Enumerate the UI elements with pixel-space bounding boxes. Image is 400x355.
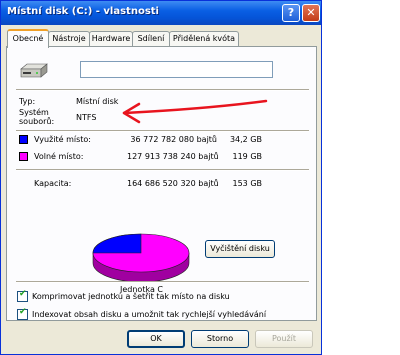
arrow-shaft <box>122 99 268 115</box>
tab-general[interactable]: Obecné <box>7 29 49 48</box>
annotation-arrow <box>122 99 268 124</box>
